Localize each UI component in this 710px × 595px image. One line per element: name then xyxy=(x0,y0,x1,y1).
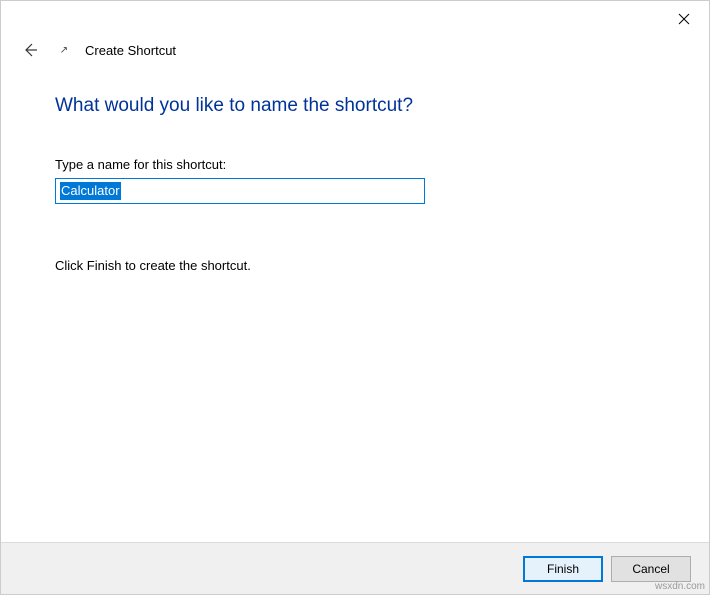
back-button[interactable] xyxy=(19,39,41,61)
finish-button[interactable]: Finish xyxy=(523,556,603,582)
titlebar xyxy=(1,1,709,33)
content-area: What would you like to name the shortcut… xyxy=(1,67,709,273)
shortcut-name-input[interactable]: Calculator xyxy=(55,178,425,204)
wizard-page-title: Create Shortcut xyxy=(85,43,176,58)
shortcut-name-label: Type a name for this shortcut: xyxy=(55,157,655,172)
close-button[interactable] xyxy=(669,7,699,31)
shortcut-name-value: Calculator xyxy=(60,182,121,200)
close-icon xyxy=(678,13,690,25)
shortcut-icon: ↗ xyxy=(57,43,71,57)
back-arrow-icon xyxy=(22,42,38,58)
page-heading: What would you like to name the shortcut… xyxy=(55,95,655,117)
wizard-header: ↗ Create Shortcut xyxy=(1,33,709,67)
cancel-button[interactable]: Cancel xyxy=(611,556,691,582)
footer: Finish Cancel xyxy=(1,542,709,594)
instruction-text: Click Finish to create the shortcut. xyxy=(55,258,655,273)
